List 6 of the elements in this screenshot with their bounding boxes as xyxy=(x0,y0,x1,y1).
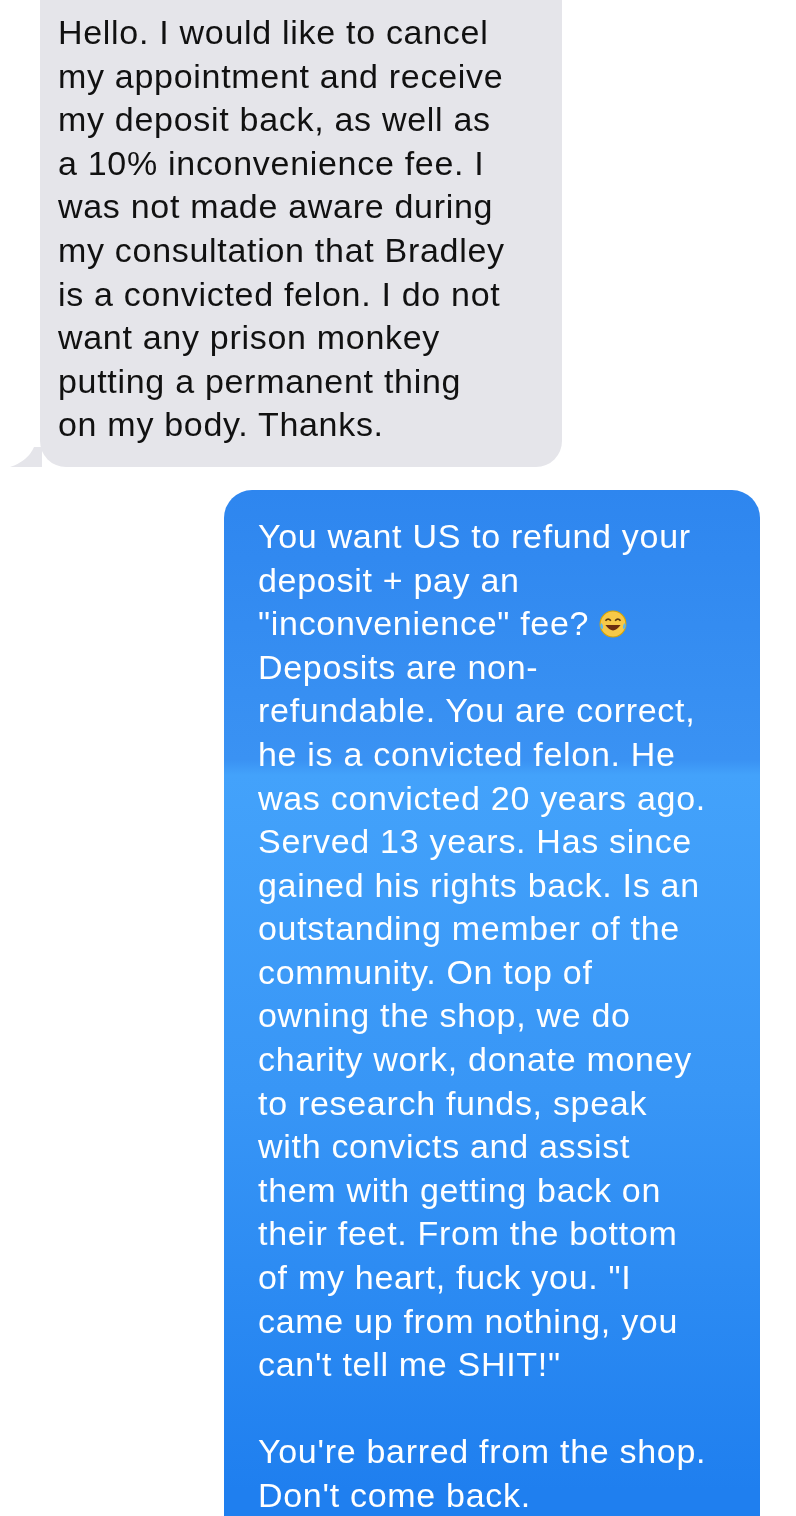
message-text: You want US to refund your deposit + pay an xyxy=(258,515,692,601)
message-text: "inconvenience" fee? xyxy=(258,603,590,645)
message-text: You're barred from the shop. Don't come back. xyxy=(258,1431,708,1516)
message-text: Hello. I would like to cancel my appointment and receive my deposit back, as well as a 10% inconvenience fee. I was not made aware during my consultation that Bradley is a convicted felon. I do not want any prison monkey putting a permanent thing on my body. Thanks. xyxy=(58,12,506,446)
message-text: Deposits are non- refundable. You are correct, he is a convicted felon. He was convicted 20 years ago. Served 13 years. Has since gained his rights back. Is an outstanding member of the community. On top of owning the shop, we do charity work, donate money to research funds, speak with convicts and assist them with getting back on their feet. From the bottom of my heart, fuck you. "I came up from nothing, you can't tell me SHIT!" xyxy=(258,646,707,1386)
laughing-emoji-icon xyxy=(599,609,628,638)
